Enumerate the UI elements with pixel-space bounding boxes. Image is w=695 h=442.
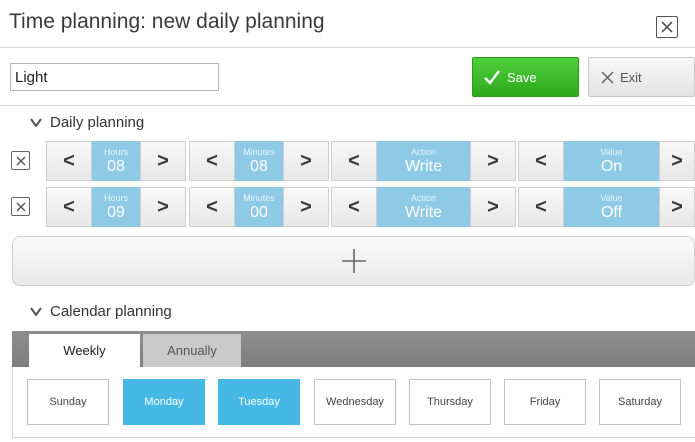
minutes-value: Minutes 00	[235, 187, 283, 227]
hours-increment-button[interactable]: >	[140, 187, 186, 227]
planning-name-input[interactable]	[10, 63, 219, 91]
day-friday[interactable]: Friday	[504, 379, 586, 425]
minutes-decrement-button[interactable]: <	[189, 187, 235, 227]
hours-number: 08	[107, 157, 125, 175]
chevron-down-icon	[30, 118, 42, 127]
add-row-button[interactable]	[12, 236, 695, 286]
daily-planning-title: Daily planning	[50, 114, 145, 131]
value-text: Off	[600, 203, 623, 221]
minutes-decrement-button[interactable]: <	[189, 141, 235, 181]
window-title: Time planning: new daily planning	[9, 10, 325, 33]
action-decrement-button[interactable]: <	[331, 141, 377, 181]
value-value: Value Off	[564, 187, 659, 227]
daily-planning-header[interactable]: Daily planning	[30, 114, 144, 131]
day-thursday[interactable]: Thursday	[409, 379, 491, 425]
action-label: Action	[410, 146, 436, 157]
exit-button[interactable]: Exit	[588, 57, 695, 97]
checkmark-icon	[484, 70, 500, 85]
day-tuesday[interactable]: Tuesday	[218, 379, 300, 425]
hours-value: Hours 08	[92, 141, 140, 181]
save-button[interactable]: Save	[472, 57, 579, 97]
close-icon	[601, 70, 614, 84]
value-increment-button[interactable]: >	[659, 141, 695, 181]
tab-weekly[interactable]: Weekly	[29, 334, 140, 367]
action-spinner: < Action Write >	[331, 141, 516, 181]
minutes-spinner: < Minutes 08 >	[189, 141, 329, 181]
hours-label: Hours	[103, 192, 128, 203]
divider	[0, 105, 695, 106]
action-increment-button[interactable]: >	[470, 187, 516, 227]
close-button[interactable]	[656, 16, 678, 38]
tab-annually[interactable]: Annually	[143, 334, 241, 367]
minutes-label: Minutes	[243, 192, 275, 203]
action-value: Action Write	[377, 141, 470, 181]
action-value: Action Write	[377, 187, 470, 227]
calendar-planning-header[interactable]: Calendar planning	[30, 303, 172, 320]
plus-icon	[341, 249, 366, 273]
minutes-number: 00	[250, 203, 268, 221]
action-decrement-button[interactable]: <	[331, 187, 377, 227]
day-wednesday[interactable]: Wednesday	[314, 379, 396, 425]
hours-increment-button[interactable]: >	[140, 141, 186, 181]
hours-number: 09	[107, 203, 125, 221]
minutes-value: Minutes 08	[235, 141, 283, 181]
action-text: Write	[404, 157, 443, 175]
minutes-increment-button[interactable]: >	[283, 141, 329, 181]
hours-decrement-button[interactable]: <	[46, 141, 92, 181]
close-icon	[16, 156, 25, 165]
minutes-label: Minutes	[243, 146, 275, 157]
value-spinner: < Value Off >	[518, 187, 695, 227]
save-label: Save	[507, 69, 537, 85]
hours-label: Hours	[103, 146, 128, 157]
value-label: Value	[600, 192, 623, 203]
delete-row-button[interactable]	[11, 197, 30, 216]
exit-label: Exit	[620, 69, 642, 85]
close-icon	[16, 202, 25, 211]
minutes-number: 08	[250, 157, 268, 175]
action-label: Action	[410, 192, 436, 203]
value-decrement-button[interactable]: <	[518, 141, 564, 181]
calendar-tab-bar: Weekly Annually	[12, 331, 695, 367]
hours-value: Hours 09	[92, 187, 140, 227]
value-increment-button[interactable]: >	[659, 187, 695, 227]
hours-decrement-button[interactable]: <	[46, 187, 92, 227]
value-value: Value On	[564, 141, 659, 181]
minutes-increment-button[interactable]: >	[283, 187, 329, 227]
calendar-planning-title: Calendar planning	[50, 303, 172, 320]
day-saturday[interactable]: Saturday	[599, 379, 681, 425]
value-decrement-button[interactable]: <	[518, 187, 564, 227]
value-spinner: < Value On >	[518, 141, 695, 181]
hours-spinner: < Hours 09 >	[46, 187, 186, 227]
action-text: Write	[404, 203, 443, 221]
chevron-down-icon	[30, 307, 42, 316]
action-increment-button[interactable]: >	[470, 141, 516, 181]
delete-row-button[interactable]	[11, 151, 30, 170]
day-monday[interactable]: Monday	[123, 379, 205, 425]
action-spinner: < Action Write >	[331, 187, 516, 227]
hours-spinner: < Hours 08 >	[46, 141, 186, 181]
close-icon	[661, 21, 673, 33]
title-bar: Time planning: new daily planning	[0, 0, 695, 48]
value-text: On	[600, 157, 623, 175]
minutes-spinner: < Minutes 00 >	[189, 187, 329, 227]
day-sunday[interactable]: Sunday	[27, 379, 109, 425]
value-label: Value	[600, 146, 623, 157]
